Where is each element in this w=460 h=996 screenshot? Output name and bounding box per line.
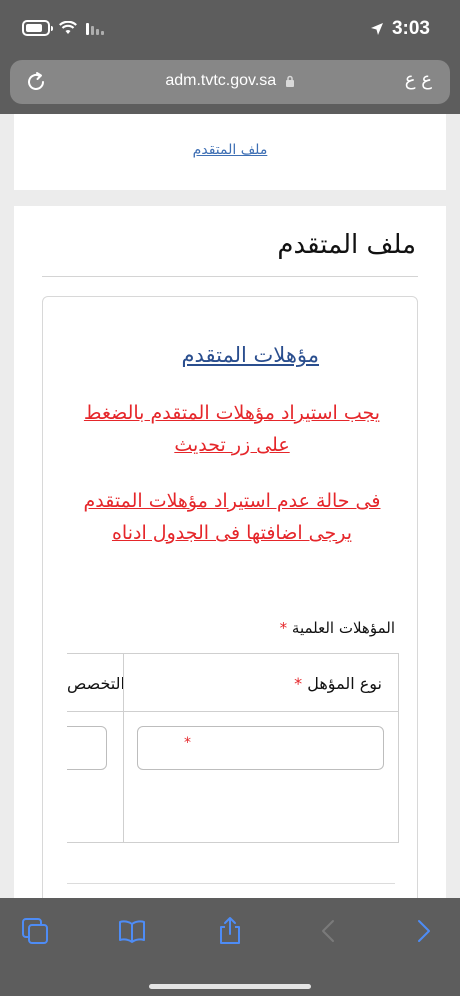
forward-icon[interactable]: [408, 916, 438, 946]
qualifications-panel: مؤهلات المتقدم يجب استيراد مؤهلات المتقد…: [42, 296, 418, 898]
bookmarks-icon[interactable]: [117, 916, 147, 946]
import-warning: يجب استيراد مؤهلات المتقدم بالضغط على زر…: [83, 402, 381, 456]
wifi-icon: [59, 21, 77, 34]
top-card: ملف المتقدم: [14, 114, 446, 190]
browser-bar: adm.tvtc.gov.sa ع ع: [0, 56, 460, 114]
applicant-qualifications-link[interactable]: مؤهلات المتقدم: [181, 343, 319, 367]
tabs-icon[interactable]: [20, 916, 50, 946]
required-mark: *: [294, 674, 303, 693]
required-mark: *: [279, 619, 288, 637]
location-arrow-icon: [370, 23, 383, 35]
manual-add-warning: فى حالة عدم استيراد مؤهلات المتقدم يرجى …: [83, 490, 381, 544]
lock-icon: [285, 75, 294, 87]
cellular-signal-icon: [86, 21, 104, 35]
title-divider: [42, 276, 418, 277]
required-mark: *: [184, 735, 191, 751]
status-time: 3:03: [391, 18, 430, 39]
url-display[interactable]: adm.tvtc.gov.sa: [10, 72, 450, 90]
home-indicator[interactable]: [149, 984, 311, 989]
share-icon[interactable]: [215, 916, 245, 946]
column-divider: [123, 654, 124, 842]
web-page: ملف المتقدم ملف المتقدم مؤهلات المتقدم ي…: [0, 114, 460, 898]
battery-icon: [22, 20, 53, 36]
page-title: ملف المتقدم: [277, 230, 416, 260]
column-header-specialization: التخصص: [67, 674, 125, 693]
qualifications-table: نوع المؤهل * التخصص *: [67, 653, 399, 843]
column-header-type-text: نوع المؤهل: [307, 674, 382, 693]
qualifications-label: المؤهلات العلمية *: [280, 619, 395, 637]
specialization-input[interactable]: [67, 726, 107, 770]
status-left: [22, 20, 104, 36]
url-text: adm.tvtc.gov.sa: [165, 72, 277, 89]
address-bar[interactable]: adm.tvtc.gov.sa ع ع: [10, 60, 450, 104]
column-header-type: نوع المؤهل *: [294, 674, 382, 693]
back-icon[interactable]: [314, 916, 344, 946]
section-divider: [67, 883, 395, 884]
qualification-type-select[interactable]: *: [137, 726, 384, 770]
main-card: ملف المتقدم مؤهلات المتقدم يجب استيراد م…: [14, 206, 446, 898]
text-size-button[interactable]: ع ع: [405, 69, 432, 90]
table-header-row: نوع المؤهل * التخصص: [67, 654, 398, 712]
browser-toolbar: [0, 898, 460, 996]
qualifications-label-text: المؤهلات العلمية: [291, 619, 395, 637]
applicant-profile-link[interactable]: ملف المتقدم: [14, 142, 446, 158]
status-right: 3:03: [370, 18, 430, 40]
status-bar: 3:03: [0, 0, 460, 56]
